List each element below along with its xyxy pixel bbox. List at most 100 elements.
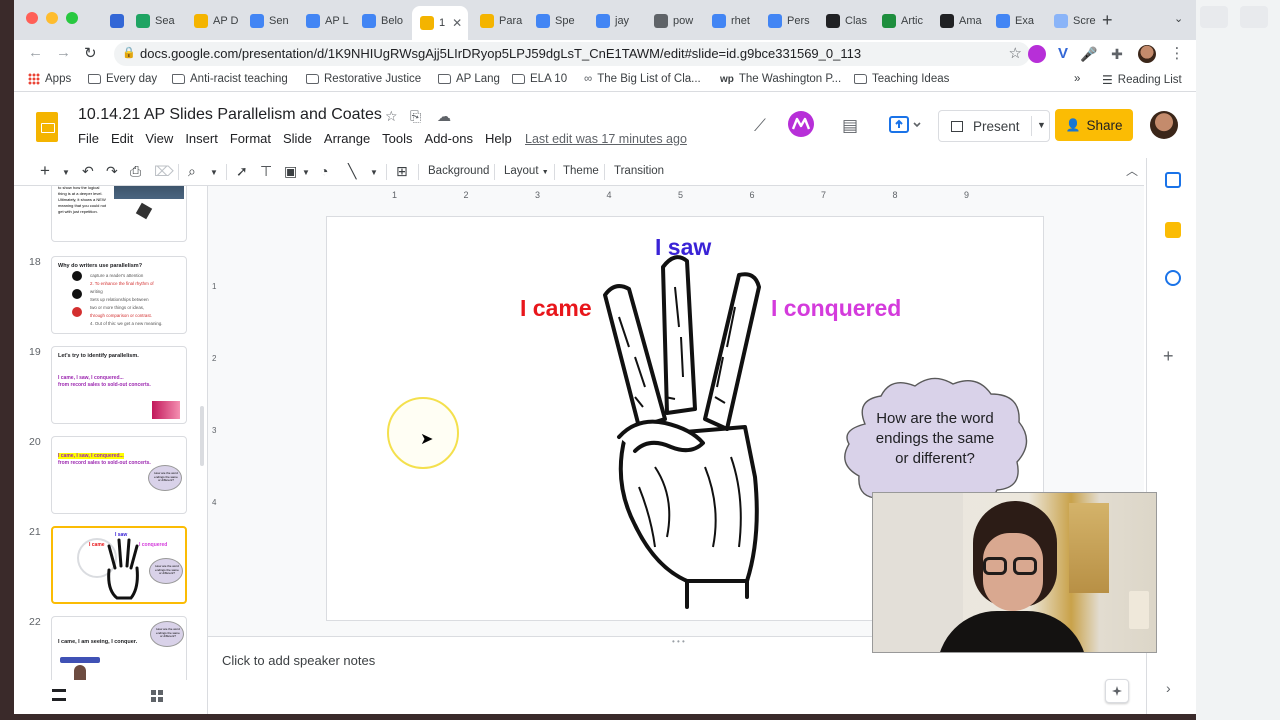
menu-arrange[interactable]: Arrange (324, 131, 370, 146)
account-avatar[interactable] (1150, 111, 1178, 139)
comments-icon[interactable]: ▤ (842, 116, 858, 136)
zoom-icon[interactable]: ⌕ (188, 163, 196, 180)
tasks-icon[interactable] (1165, 270, 1181, 286)
browser-tab[interactable]: 1 ✕ (412, 6, 468, 40)
share-button[interactable]: 👤 Share (1055, 109, 1133, 141)
present-to-meeting-icon[interactable] (888, 114, 924, 136)
move-folder-icon[interactable]: ⎘ (410, 108, 421, 125)
horizontal-ruler[interactable]: 1 2 3 4 5 6 7 8 9 (320, 190, 1038, 200)
menu-format[interactable]: Format (230, 131, 271, 146)
browser-tab[interactable]: Belo (354, 8, 408, 34)
filmstrip-view-icon[interactable] (52, 689, 66, 701)
browser-tab[interactable]: AP D (186, 8, 238, 34)
menu-insert[interactable]: Insert (185, 131, 218, 146)
bookmark-item[interactable]: ∞ The Big List of Cla... (584, 73, 701, 85)
browser-tab[interactable] (102, 8, 124, 34)
select-arrow-icon[interactable]: ➚ (236, 163, 248, 180)
star-document-icon[interactable]: ☆ (385, 108, 398, 125)
present-dropdown-chevron-icon[interactable]: ▼ (1037, 120, 1046, 130)
browser-tab[interactable]: Scre (1046, 8, 1098, 34)
slides-logo-icon[interactable] (36, 112, 58, 142)
line-dropdown-icon[interactable]: ▼ (370, 168, 378, 177)
extension-icon-purple[interactable] (1028, 45, 1046, 63)
layout-button[interactable]: Layout ▼ (504, 165, 549, 177)
browser-tab[interactable]: Sen (242, 8, 294, 34)
bookmark-item[interactable]: Apps (28, 73, 71, 85)
browser-tab[interactable]: pow (646, 8, 700, 34)
keep-icon[interactable] (1165, 222, 1181, 238)
shape-icon[interactable]: ◔ (320, 163, 328, 179)
speaker-notes-placeholder[interactable]: Click to add speaker notes (222, 653, 375, 668)
transition-button[interactable]: Transition (614, 165, 664, 177)
background-button[interactable]: Background (428, 165, 489, 177)
slide-word-i-came[interactable]: I came (520, 295, 592, 322)
slide-thumbnail-21-selected[interactable]: I came I saw I conquered How are the wor… (51, 526, 187, 604)
text-box-icon[interactable]: ⊤ (260, 163, 272, 180)
explore-icon[interactable] (1105, 679, 1129, 703)
profile-avatar[interactable] (1138, 45, 1156, 63)
browser-tab[interactable]: Artic (874, 8, 928, 34)
new-slide-plus-icon[interactable]: + (40, 161, 50, 181)
activity-trend-icon[interactable]: ⟋ (754, 116, 766, 136)
menu-help[interactable]: Help (485, 131, 512, 146)
notes-resize-grip[interactable]: • • • (672, 637, 685, 646)
menu-slide[interactable]: Slide (283, 131, 312, 146)
slide-thumbnail-22[interactable]: I came, I am seeing, I conquer. How are … (51, 616, 187, 680)
forward-button[interactable]: → (56, 44, 71, 61)
line-icon[interactable]: ╲ (348, 163, 356, 180)
menu-view[interactable]: View (145, 131, 173, 146)
browser-tab[interactable]: jay (588, 8, 642, 34)
show-side-panel-chevron-icon[interactable]: › (1166, 680, 1171, 696)
webcam-overlay[interactable] (872, 492, 1157, 653)
menu-add-ons[interactable]: Add-ons (425, 131, 473, 146)
undo-icon[interactable]: ↶ (82, 163, 94, 180)
meet-extension-icon[interactable] (784, 109, 818, 139)
slide-filmstrip[interactable]: It's taking the same beginningat the sam… (14, 186, 208, 680)
image-dropdown-icon[interactable]: ▼ (302, 168, 310, 177)
browser-tab[interactable]: Ama (932, 8, 984, 34)
minimize-window-button[interactable] (46, 12, 58, 24)
add-addon-icon[interactable]: + (1163, 347, 1179, 365)
last-edit-link[interactable]: Last edit was 17 minutes ago (525, 132, 687, 146)
grid-view-icon[interactable] (151, 690, 163, 702)
menu-file[interactable]: File (78, 131, 99, 146)
browser-tab[interactable]: Spe (528, 8, 584, 34)
bookmark-item[interactable]: AP Lang (438, 73, 500, 85)
slide-thumbnail-20[interactable]: I came, I saw, I conquered... from recor… (51, 436, 187, 514)
omnibox[interactable]: 🔒 docs.google.com/presentation/d/1K9NHIU… (114, 42, 1030, 66)
browser-tab[interactable]: Exa (988, 8, 1042, 34)
bookmark-star-icon[interactable]: ☆ (1009, 44, 1022, 62)
add-comment-icon[interactable]: ⊞ (396, 163, 408, 180)
collapse-menus-chevron-icon[interactable]: ︿ (1126, 162, 1138, 179)
bookmark-item[interactable]: Restorative Justice (306, 73, 421, 85)
present-button[interactable]: Present ▼ (938, 110, 1050, 142)
bookmark-item[interactable]: wp The Washington P... (720, 73, 841, 85)
browser-tab[interactable]: Para (472, 8, 524, 34)
reload-button[interactable]: ↻ (84, 44, 97, 62)
print-icon[interactable]: ⎙ (130, 163, 141, 180)
slide-word-i-saw[interactable]: I saw (655, 234, 711, 261)
browser-tab[interactable]: Clas (818, 8, 870, 34)
menu-edit[interactable]: Edit (111, 131, 133, 146)
bookmark-item[interactable]: Teaching Ideas (854, 73, 949, 85)
paint-format-icon[interactable]: ⌦ (154, 163, 174, 180)
extensions-puzzle-icon[interactable]: ✚ (1108, 45, 1126, 63)
browser-tab[interactable]: Sea (128, 8, 182, 34)
bookmark-item[interactable]: Every day (88, 73, 157, 85)
menu-tools[interactable]: Tools (382, 131, 412, 146)
tab-search-chevron-icon[interactable]: ⌄ (1174, 12, 1183, 25)
tab-close-icon[interactable]: ✕ (452, 16, 462, 30)
new-tab-button[interactable]: + (1102, 10, 1113, 31)
bookmark-item[interactable]: ELA 10 (512, 73, 567, 85)
browser-menu-icon[interactable]: ⋮ (1168, 45, 1186, 63)
redo-icon[interactable]: ↷ (106, 163, 118, 180)
bookmarks-overflow-button[interactable]: » (1074, 73, 1080, 85)
maximize-window-button[interactable] (66, 12, 78, 24)
theme-button[interactable]: Theme (563, 165, 599, 177)
slide-thumbnail-19[interactable]: Let's try to identify parallelism. I cam… (51, 346, 187, 424)
insert-image-icon[interactable]: ▣ (284, 163, 297, 180)
reading-list-button[interactable]: ☰ Reading List (1102, 73, 1182, 87)
close-window-button[interactable] (26, 12, 38, 24)
microphone-extension-icon[interactable]: 🎤 (1080, 45, 1098, 63)
slide-word-i-conquered[interactable]: I conquered (771, 295, 901, 322)
